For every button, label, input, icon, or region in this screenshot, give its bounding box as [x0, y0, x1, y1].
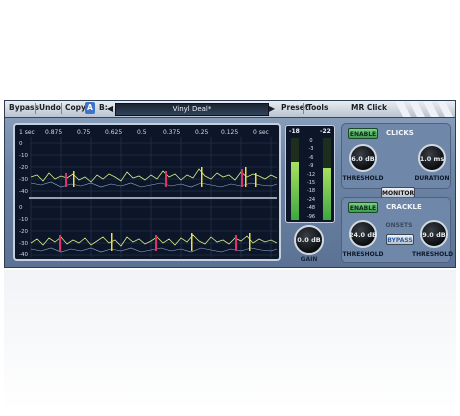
window-reflection: [4, 270, 456, 410]
bottom-db-axis: 0 -10 -20 -30 -40: [19, 205, 28, 258]
toolbar-divider: [303, 103, 304, 114]
db-tick-label: -30: [19, 177, 28, 183]
tools-menu-button[interactable]: Tools: [305, 102, 330, 114]
db-tick-label: 0: [19, 141, 23, 147]
spectrogram-display: 1 sec 0.875 0.75 0.625 0.5 0.375 0.25 0.…: [13, 123, 281, 261]
undo-button[interactable]: Undo: [37, 102, 63, 114]
crackle-threshold2-value: 9.0 dB: [422, 231, 446, 239]
meter-scale-label: -15: [306, 180, 316, 187]
waves-logo-icon: [395, 101, 453, 117]
time-tick-label: 0.25: [195, 129, 209, 136]
a-b-toggle-a[interactable]: A: [85, 102, 95, 114]
preset-prev-icon[interactable]: ◀: [105, 103, 115, 114]
crackle-threshold2-label: THRESHOLD: [412, 251, 454, 258]
meter-bar-right: [323, 138, 331, 220]
onsets-bypass-button[interactable]: BYPASS: [386, 234, 414, 245]
toolbar-divider: [35, 103, 36, 114]
db-tick-label: -40: [19, 189, 28, 195]
time-tick-label: 0 sec: [253, 129, 269, 136]
output-level-meter: -18 -22 0 -3 -6 -9 -12 -15 -18 -24 -48 -…: [285, 125, 335, 223]
top-channel-residual: [30, 181, 278, 188]
crackle-enable-button[interactable]: ENABLE: [348, 202, 378, 213]
bottom-click-markers: [59, 233, 251, 251]
crackle-title: CRACKLE: [386, 203, 422, 211]
preset-next-icon[interactable]: ▶: [267, 103, 277, 114]
bottom-channel-residual: [30, 247, 278, 253]
meter-bar-left: [291, 138, 299, 220]
clicks-enable-button[interactable]: ENABLE: [348, 128, 378, 139]
time-axis: 1 sec 0.875 0.75 0.625 0.5 0.375 0.25 0.…: [19, 129, 269, 136]
db-tick-label: -10: [19, 217, 28, 223]
clicks-title: CLICKS: [386, 129, 414, 137]
time-tick-label: 0.875: [45, 129, 62, 136]
crackle-threshold-value: 24.0 dB: [349, 231, 377, 239]
meter-scale-label: 0: [309, 138, 313, 144]
meter-scale-label: -24: [306, 196, 316, 203]
meter-left-peak: -18: [289, 128, 300, 135]
gain-value: 0.0 dB: [297, 236, 321, 244]
meter-scale-label: -96: [306, 213, 316, 220]
clicks-threshold-value: 6.0 dB: [351, 155, 375, 163]
clicks-section: ENABLE CLICKS 6.0 dB THRESHOLD 1.0 ms DU…: [341, 123, 451, 189]
meter-fill: [323, 168, 331, 220]
clicks-duration-value: 1.0 ms: [419, 155, 445, 163]
meter-fill: [291, 162, 299, 220]
onsets-label: ONSETS: [385, 222, 413, 229]
meter-scale-label: -6: [308, 154, 314, 161]
plugin-title: MR Click: [351, 103, 387, 112]
meter-scale: 0 -3 -6 -9 -12 -15 -18 -24 -48 -96: [301, 137, 321, 221]
mr-click-plugin-window: Bypass Undo Copy A B: ◀ Vinyl Deal* ▶ Pr…: [4, 100, 456, 268]
preset-name-display[interactable]: Vinyl Deal*: [115, 103, 269, 116]
meter-scale-label: -18: [306, 188, 316, 195]
crackle-threshold-label: THRESHOLD: [342, 251, 384, 258]
db-tick-label: -30: [19, 241, 28, 247]
time-tick-label: 0.125: [221, 129, 238, 136]
time-tick-label: 0.375: [163, 129, 180, 136]
db-tick-label: -10: [19, 153, 28, 159]
crackle-section: ENABLE CRACKLE 24.0 dB THRESHOLD ONSETS …: [341, 197, 454, 263]
meter-scale-label: -48: [306, 205, 316, 212]
clicks-duration-label: DURATION: [414, 175, 450, 182]
db-tick-label: 0: [19, 205, 23, 211]
bottom-channel-waveform: [30, 234, 278, 247]
meter-scale-label: -3: [308, 146, 314, 153]
top-db-axis: 0 -10 -20 -30 -40: [19, 141, 28, 195]
db-tick-label: -20: [19, 229, 28, 235]
meter-scale-label: -9: [308, 163, 314, 170]
meter-right-peak: -22: [320, 128, 331, 135]
time-tick-label: 0.75: [77, 129, 91, 136]
gain-label: GAIN: [300, 256, 318, 263]
top-channel-waveform: [30, 168, 278, 183]
toolbar: Bypass Undo Copy A B: ◀ Vinyl Deal* ▶ Pr…: [5, 101, 455, 118]
meter-scale-label: -12: [306, 171, 316, 178]
db-tick-label: -40: [19, 252, 28, 258]
waveform-graph: 1 sec 0.875 0.75 0.625 0.5 0.375 0.25 0.…: [19, 129, 278, 258]
time-tick-label: 1 sec: [19, 129, 35, 136]
toolbar-divider: [61, 103, 62, 114]
db-tick-label: -20: [19, 165, 28, 171]
time-tick-label: 0.5: [137, 129, 147, 136]
time-tick-label: 0.625: [105, 129, 122, 136]
clicks-threshold-label: THRESHOLD: [342, 175, 384, 182]
